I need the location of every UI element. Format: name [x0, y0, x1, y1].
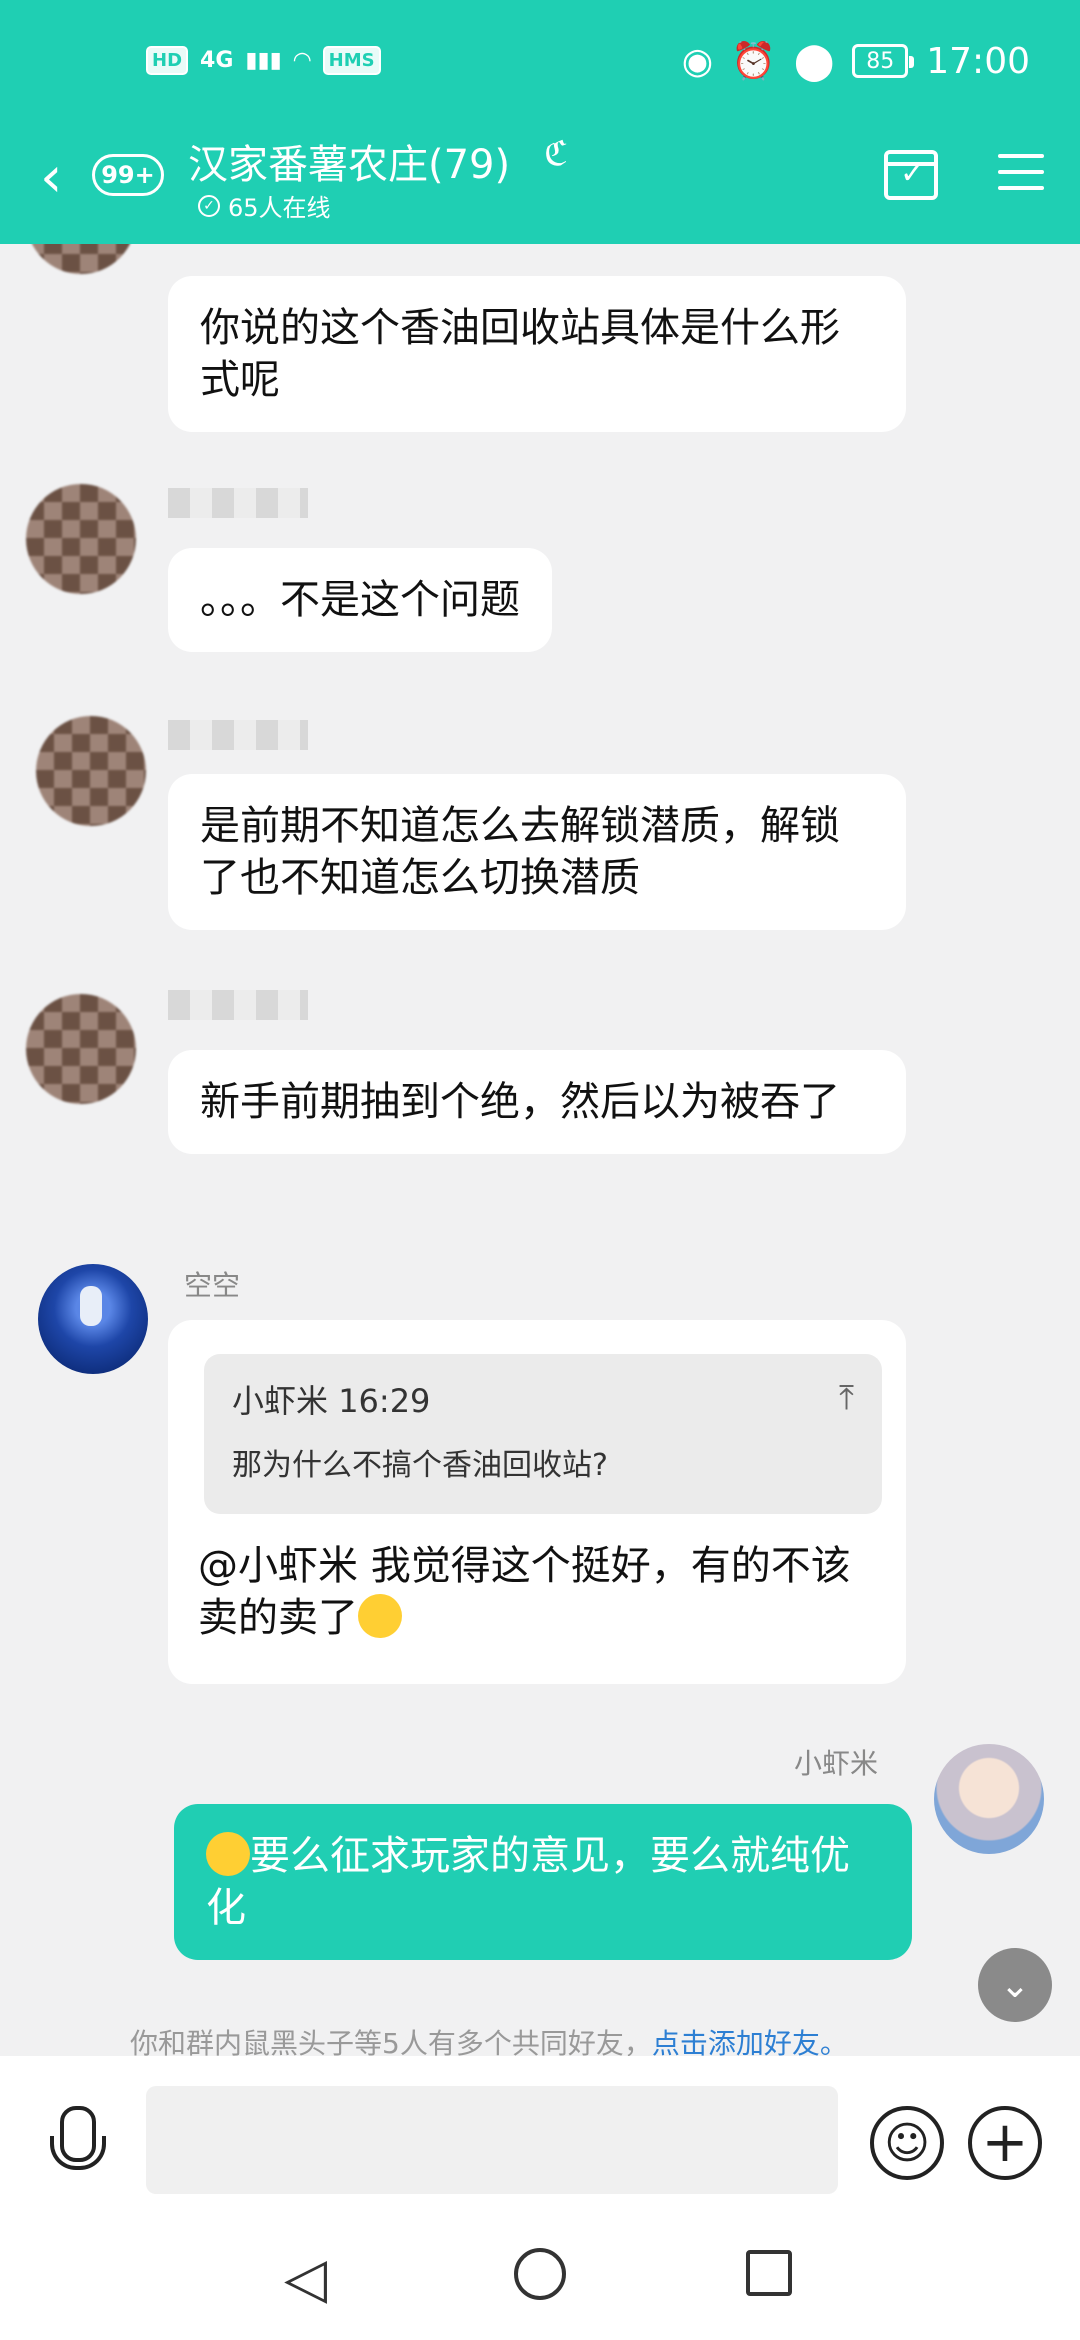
quoted-header: 小虾米 16:29 — [232, 1382, 431, 1420]
hms-badge: HMS — [322, 46, 381, 75]
jump-to-top-icon[interactable]: ⤒ — [839, 1378, 854, 1418]
input-bar: ☺ + — [0, 2056, 1080, 2216]
signal-bars-icon: ▮▮▮ — [245, 48, 282, 73]
hd-badge: HD — [146, 46, 189, 75]
location-icon: ⬤ — [793, 40, 835, 82]
avatar-self[interactable] — [934, 1744, 1044, 1854]
alarm-icon: ⏰ — [731, 41, 776, 82]
message-text: @小虾米 我觉得这个挺好，有的不该卖的卖了 — [198, 1543, 851, 1641]
wifi-icon: ◠ — [293, 48, 311, 73]
ear-icon: ℭ — [544, 134, 568, 174]
chat-area[interactable]: 你说的这个香油回收站具体是什么形式呢 。。。不是这个问题 是前期不知道怎么去解锁… — [0, 244, 1080, 2056]
sender-name-blurred — [168, 990, 308, 1020]
signal-4g-icon: 4G — [200, 48, 234, 73]
clock-time: 17:00 — [926, 40, 1030, 82]
online-count: 65人在线 — [228, 194, 331, 222]
message-bubble[interactable]: 。。。不是这个问题 — [168, 548, 552, 652]
calendar-check-icon[interactable] — [884, 150, 938, 200]
group-title[interactable]: 汉家番薯农庄(79) — [188, 132, 510, 190]
avatar[interactable] — [26, 484, 136, 594]
sender-name: 小虾米 — [794, 1747, 879, 1780]
sender-name: 空空 — [184, 1269, 241, 1302]
status-left: HD 4G ▮▮▮ ◠ HMS — [146, 46, 381, 75]
avatar[interactable] — [26, 994, 136, 1104]
nav-back-icon[interactable]: ◁ — [284, 2246, 327, 2311]
system-navigation-bar: ◁ — [0, 2216, 1080, 2340]
status-bar: HD 4G ▮▮▮ ◠ HMS ◉ ⏰ ⬤ 85 17:00 — [0, 0, 1080, 132]
menu-icon[interactable] — [998, 154, 1044, 194]
message-bubble[interactable]: 新手前期抽到个绝，然后以为被吞了 — [168, 1050, 906, 1154]
thinking-emoji-icon — [206, 1832, 250, 1876]
message-bubble[interactable]: 你说的这个香油回收站具体是什么形式呢 — [168, 276, 906, 432]
eye-icon: ◉ — [681, 40, 714, 82]
status-right: ◉ ⏰ ⬤ 85 17:00 — [681, 40, 1030, 83]
sender-name-blurred — [168, 720, 308, 750]
online-check-icon: ✓ — [198, 194, 220, 217]
avatar[interactable] — [36, 716, 146, 826]
message-input[interactable] — [146, 2086, 838, 2194]
emoji-icon[interactable]: ☺ — [870, 2106, 944, 2180]
plus-icon[interactable]: + — [968, 2106, 1042, 2180]
avatar[interactable] — [26, 244, 136, 274]
app-header: HD 4G ▮▮▮ ◠ HMS ◉ ⏰ ⬤ 85 17:00 ‹ 99+ 汉家番… — [0, 0, 1080, 244]
message-bubble[interactable]: 是前期不知道怎么去解锁潜质，解锁了也不知道怎么切换潜质 — [168, 774, 906, 930]
quoted-text: 那为什么不搞个香油回收站? — [232, 1448, 608, 1483]
back-icon[interactable]: ‹ — [40, 148, 84, 208]
sender-name-blurred — [168, 488, 308, 518]
nav-home-icon[interactable] — [514, 2248, 566, 2300]
unread-badge[interactable]: 99+ — [92, 154, 164, 196]
quoted-reply[interactable]: 小虾米 16:29 那为什么不搞个香油回收站? ⤒ — [204, 1354, 882, 1514]
battery-icon: 85 — [852, 44, 915, 78]
nav-recent-apps-icon[interactable] — [746, 2250, 792, 2296]
message-bubble-self[interactable]: 要么征求玩家的意见，要么就纯优化 — [174, 1804, 912, 1960]
microphone-icon[interactable] — [44, 2106, 106, 2186]
avatar[interactable] — [38, 1264, 148, 1374]
online-status[interactable]: ✓ 65人在线 — [198, 188, 331, 223]
scroll-down-button[interactable]: ⌄ — [978, 1948, 1052, 2022]
crying-emoji-icon — [358, 1594, 402, 1638]
nav-row: ‹ 99+ 汉家番薯农庄(79) ℭ ✓ 65人在线 — [0, 128, 1080, 244]
